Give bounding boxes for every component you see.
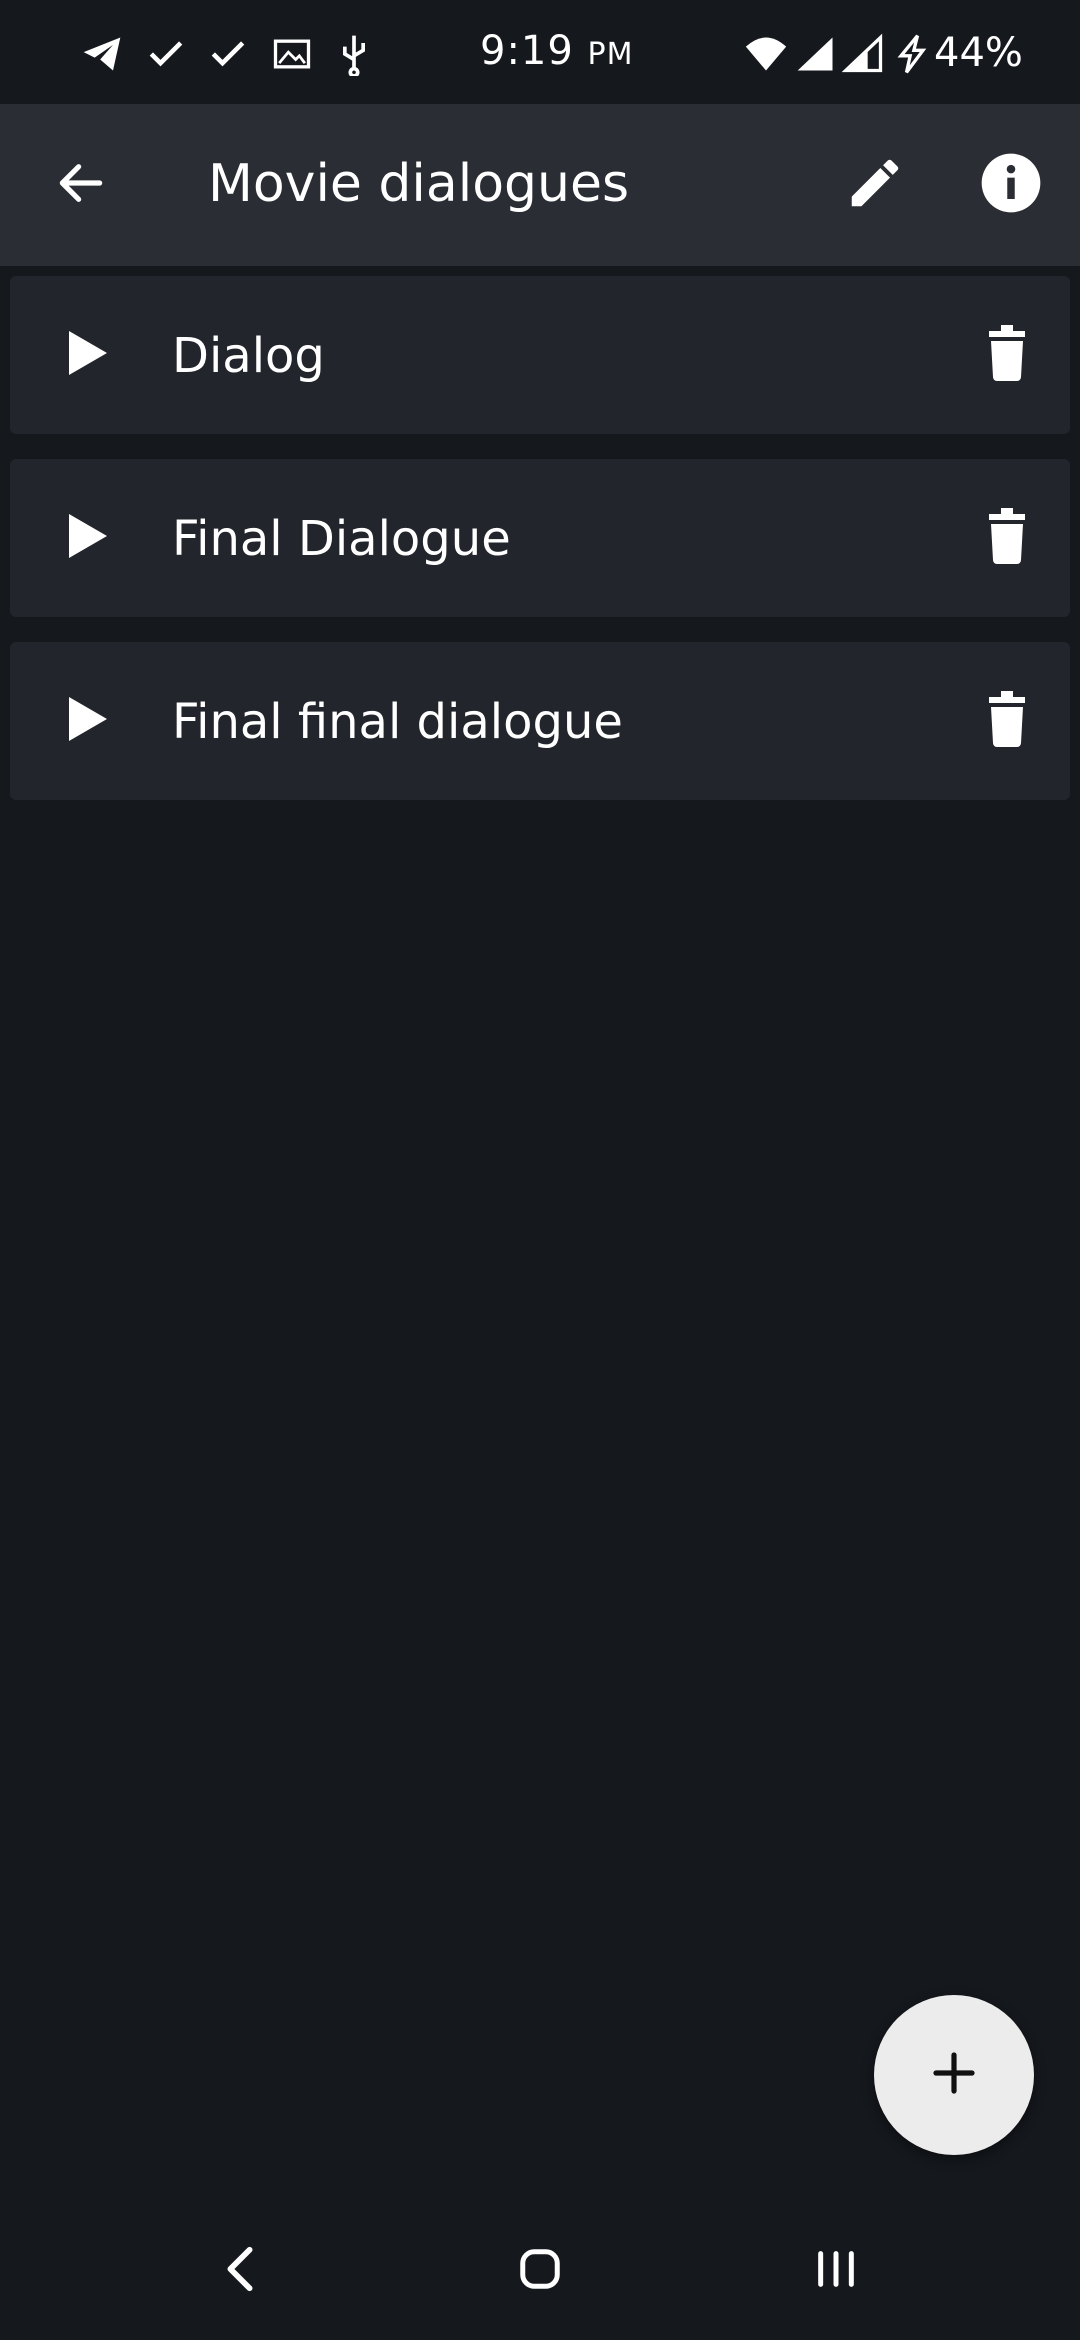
status-bar: 9:19 PM 44% — [0, 0, 1080, 104]
trash-icon — [985, 691, 1029, 751]
info-button[interactable] — [970, 144, 1052, 226]
screen: 9:19 PM 44% Movie dialogues Dialog Final… — [0, 0, 1080, 2340]
wifi-icon — [744, 32, 788, 76]
dialogue-list: Dialog Final Dialogue Final final dialog… — [10, 276, 1070, 825]
status-time: 9:19 PM — [480, 28, 634, 74]
play-icon — [65, 695, 109, 747]
plus-icon — [930, 2049, 978, 2101]
play-icon — [65, 512, 109, 564]
nav-back-button[interactable] — [200, 2236, 280, 2306]
system-nav-bar — [0, 2200, 1080, 2340]
image-icon — [270, 32, 314, 76]
play-button[interactable] — [46, 497, 128, 579]
play-button[interactable] — [46, 680, 128, 762]
page-title: Movie dialogues — [208, 154, 630, 214]
delete-button[interactable] — [966, 497, 1048, 579]
trash-icon — [985, 325, 1029, 385]
recents-icon — [813, 2249, 859, 2293]
list-item[interactable]: Final final dialogue — [10, 642, 1070, 800]
info-icon — [979, 151, 1043, 219]
signal-icon — [841, 32, 886, 76]
pencil-icon — [844, 152, 906, 218]
edit-button[interactable] — [834, 144, 916, 226]
nav-recents-button[interactable] — [796, 2236, 876, 2306]
list-item[interactable]: Final Dialogue — [10, 459, 1070, 617]
delete-button[interactable] — [966, 680, 1048, 762]
arrow-back-icon — [53, 155, 109, 215]
dialogue-title: Final Dialogue — [172, 511, 511, 567]
add-dialogue-button[interactable] — [874, 1995, 1034, 2155]
telegram-icon — [80, 32, 124, 76]
signal-icon — [794, 32, 838, 76]
nav-home-button[interactable] — [500, 2236, 580, 2306]
dialogue-title: Final final dialogue — [172, 694, 623, 750]
nav-back-icon — [220, 2244, 260, 2298]
trash-icon — [985, 508, 1029, 568]
dialogue-title: Dialog — [172, 328, 325, 384]
play-icon — [65, 329, 109, 381]
back-button[interactable] — [40, 144, 122, 226]
delete-button[interactable] — [966, 314, 1048, 396]
play-button[interactable] — [46, 314, 128, 396]
check-icon — [206, 32, 250, 76]
check-icon — [144, 32, 188, 76]
list-item[interactable]: Dialog — [10, 276, 1070, 434]
charging-icon — [890, 32, 934, 76]
app-bar: Movie dialogues — [0, 104, 1080, 266]
usb-icon — [332, 32, 376, 78]
battery-percent: 44% — [934, 30, 1023, 76]
home-icon — [517, 2246, 563, 2296]
